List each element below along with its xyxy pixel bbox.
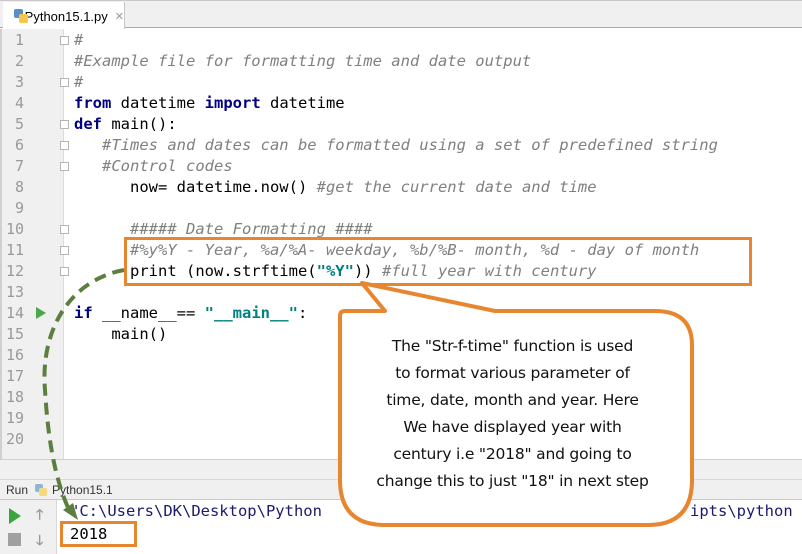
string-literal: "__main__" xyxy=(204,304,298,322)
run-toolbar xyxy=(0,500,29,554)
code-text: #Control codes xyxy=(74,156,233,177)
code-line: 7 #Control codes xyxy=(0,156,802,177)
code-line: 4 from datetime import datetime xyxy=(0,93,802,114)
line-number: 15 xyxy=(5,325,24,343)
line-number: 9 xyxy=(14,199,24,217)
comment: #Times and dates can be formatted using … xyxy=(102,136,718,154)
fold-start-icon[interactable] xyxy=(60,36,69,45)
keyword: if xyxy=(74,304,93,322)
code-text: # xyxy=(74,72,83,93)
comment: # xyxy=(74,73,84,91)
code-line: 2 #Example file for formatting time and d… xyxy=(0,51,802,72)
comment: ##### Date Formatting #### xyxy=(130,220,373,238)
callout-line: time, date, month and year. Here xyxy=(386,391,639,409)
line-number: 11 xyxy=(5,241,24,259)
callout-line: century i.e "2018" and going to xyxy=(393,445,632,463)
code-text: if __name__== "__main__": xyxy=(74,303,307,324)
console-command-start: "C:\Users\DK\Desktop\Python xyxy=(70,502,322,520)
line-number: 6 xyxy=(14,136,24,154)
run-console[interactable]: 🡑 🡓 "C:\Users\DK\Desktop\Python ipts\pyt… xyxy=(0,500,802,554)
code-line: 14 if __name__== "__main__": xyxy=(0,303,802,324)
line-number: 14 xyxy=(5,304,24,322)
line-number: 19 xyxy=(5,409,24,427)
fold-end-icon[interactable] xyxy=(60,162,69,171)
fold-end-icon[interactable] xyxy=(60,267,69,276)
console-command-end: ipts\python xyxy=(690,502,793,520)
keyword: def xyxy=(74,115,102,133)
line-number: 2 xyxy=(14,52,24,70)
comment: #get the current date and time xyxy=(316,178,597,196)
callout-line: to format various parameter of xyxy=(395,364,630,382)
line-number: 13 xyxy=(5,283,24,301)
line-number: 20 xyxy=(5,430,24,448)
arrow-down-icon[interactable]: 🡓 xyxy=(36,530,43,554)
code-text: def main(): xyxy=(74,114,177,135)
code-token: : xyxy=(297,304,308,322)
fold-start-icon[interactable] xyxy=(60,141,69,150)
code-token: __name__== xyxy=(92,304,205,322)
code-text: from datetime import datetime xyxy=(74,93,345,114)
comment: # xyxy=(74,31,84,49)
code-token: main(): xyxy=(102,115,177,133)
line-number: 10 xyxy=(5,220,24,238)
tab-python15-1[interactable]: Python15.1.py ✕ xyxy=(3,2,125,30)
code-text: main() xyxy=(74,324,167,345)
callout-text: The "Str-f-time" function is used to for… xyxy=(350,333,675,495)
code-line: 5 def main(): xyxy=(0,114,802,135)
fold-start-icon[interactable] xyxy=(60,120,69,129)
code-line: 8 now= datetime.now() #get the current d… xyxy=(0,177,802,198)
line-number: 8 xyxy=(14,178,24,196)
editor-tab-bar: Python15.1.py ✕ xyxy=(0,0,802,30)
line-number: 4 xyxy=(14,94,24,112)
code-line: 9 xyxy=(0,198,802,219)
callout-line: We have displayed year with xyxy=(403,418,622,436)
callout-line: change this to just "18" in next step xyxy=(376,472,649,490)
run-gutter-icon[interactable] xyxy=(36,307,46,319)
code-text: # xyxy=(74,30,83,51)
callout-line: The "Str-f-time" function is used xyxy=(391,337,634,355)
code-token: main() xyxy=(74,325,168,343)
play-icon[interactable] xyxy=(9,508,21,524)
code-token: now= datetime.now() xyxy=(74,178,317,196)
stop-icon[interactable] xyxy=(8,533,21,546)
scroll-toolbar: 🡑 🡓 xyxy=(28,500,57,554)
code-text: #Example file for formatting time and da… xyxy=(74,51,531,72)
run-label: Run xyxy=(6,482,29,497)
close-icon[interactable]: ✕ xyxy=(115,10,124,23)
code-token: datetime xyxy=(111,94,205,112)
line-number: 18 xyxy=(5,388,24,406)
python-file-icon xyxy=(13,8,28,24)
highlight-box-strftime xyxy=(124,237,752,286)
code-text: #Times and dates can be formatted using … xyxy=(74,135,718,156)
comment: #Control codes xyxy=(102,157,233,175)
fold-start-icon[interactable] xyxy=(60,225,69,234)
fold-end-icon[interactable] xyxy=(60,78,69,87)
line-number: 12 xyxy=(5,262,24,280)
line-number: 5 xyxy=(14,115,24,133)
arrow-up-icon[interactable]: 🡑 xyxy=(36,504,43,528)
code-token: datetime xyxy=(260,94,345,112)
console-output: 2018 xyxy=(70,525,108,543)
comment: #Example file for formatting time and da… xyxy=(74,52,532,70)
code-line: 1 # xyxy=(0,30,802,51)
tab-label: Python15.1.py xyxy=(24,8,108,24)
python-config-icon xyxy=(34,483,48,497)
keyword: from xyxy=(74,94,112,112)
line-number: 1 xyxy=(14,31,24,49)
line-number: 7 xyxy=(14,157,24,175)
code-text: now= datetime.now() #get the current dat… xyxy=(74,177,597,198)
code-line: 6 #Times and dates can be formatted usin… xyxy=(0,135,802,156)
run-config-name[interactable]: Python15.1 xyxy=(52,483,113,497)
code-line: 3 # xyxy=(0,72,802,93)
keyword: import xyxy=(204,94,261,112)
line-number: 16 xyxy=(5,346,24,364)
line-number: 3 xyxy=(14,73,24,91)
line-number: 17 xyxy=(5,367,24,385)
fold-end-icon[interactable] xyxy=(60,246,69,255)
